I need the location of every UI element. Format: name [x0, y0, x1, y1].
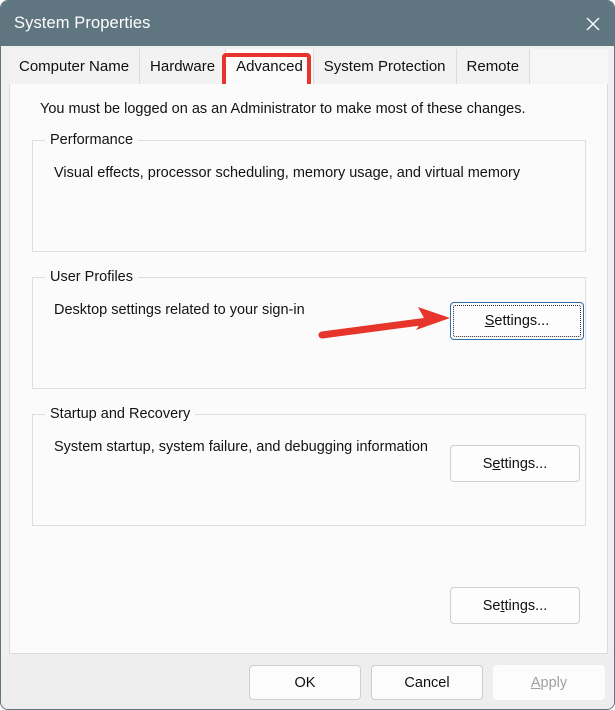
- user-profiles-description: Desktop settings related to your sign-in: [54, 302, 305, 318]
- performance-settings-button[interactable]: Settings...: [450, 302, 584, 340]
- tab-strip: Computer Name Hardware Advanced System P…: [9, 49, 608, 85]
- startup-recovery-group-legend: Startup and Recovery: [45, 406, 195, 422]
- performance-group-legend: Performance: [45, 132, 138, 148]
- system-properties-dialog: System Properties Computer Name Hardware…: [0, 0, 615, 710]
- tab-label: Advanced: [236, 58, 303, 75]
- startup-recovery-description: System startup, system failure, and debu…: [54, 439, 428, 455]
- button-label: Settings...: [483, 456, 548, 472]
- label-suffix: ttings...: [501, 456, 548, 472]
- dialog-footer: OK Cancel Apply: [1, 655, 614, 709]
- button-label: Apply: [531, 675, 567, 691]
- tab-computer-name[interactable]: Computer Name: [9, 49, 140, 84]
- admin-note: You must be logged on as an Administrato…: [40, 101, 526, 117]
- performance-description: Visual effects, processor scheduling, me…: [54, 165, 520, 181]
- tab-panel: Computer Name Hardware Advanced System P…: [9, 49, 608, 654]
- button-label: Settings...: [483, 598, 548, 614]
- tab-strip-filler: [530, 49, 608, 84]
- tab-label: System Protection: [324, 58, 446, 75]
- tab-label: Hardware: [150, 58, 215, 75]
- tab-remote[interactable]: Remote: [457, 49, 531, 84]
- close-icon: [584, 15, 602, 33]
- tab-label: Computer Name: [19, 58, 129, 75]
- label-suffix: pply: [541, 675, 568, 691]
- label-accelerator: A: [531, 675, 541, 691]
- startup-recovery-settings-button[interactable]: Settings...: [450, 587, 580, 624]
- tab-system-protection[interactable]: System Protection: [314, 49, 457, 84]
- button-label: Settings...: [485, 313, 549, 329]
- label-suffix: ettings...: [494, 313, 549, 329]
- ok-button[interactable]: OK: [249, 665, 361, 700]
- button-label: Cancel: [404, 675, 449, 691]
- advanced-tab-content: You must be logged on as an Administrato…: [9, 84, 608, 654]
- label-prefix: Se: [483, 598, 501, 614]
- tab-advanced[interactable]: Advanced: [226, 49, 314, 85]
- label-accelerator: e: [492, 456, 500, 472]
- label-accelerator: S: [485, 313, 495, 329]
- user-profiles-group-legend: User Profiles: [45, 269, 138, 285]
- performance-group: Performance Visual effects, processor sc…: [32, 132, 586, 252]
- tab-label: Remote: [467, 58, 520, 75]
- tab-hardware[interactable]: Hardware: [140, 49, 226, 84]
- button-label: OK: [295, 675, 316, 691]
- cancel-button[interactable]: Cancel: [371, 665, 483, 700]
- window-title: System Properties: [14, 14, 151, 33]
- user-profiles-settings-button[interactable]: Settings...: [450, 445, 580, 482]
- label-prefix: S: [483, 456, 493, 472]
- apply-button[interactable]: Apply: [493, 665, 605, 700]
- label-suffix: tings...: [505, 598, 548, 614]
- title-bar: System Properties: [1, 1, 615, 46]
- close-button[interactable]: [570, 1, 615, 46]
